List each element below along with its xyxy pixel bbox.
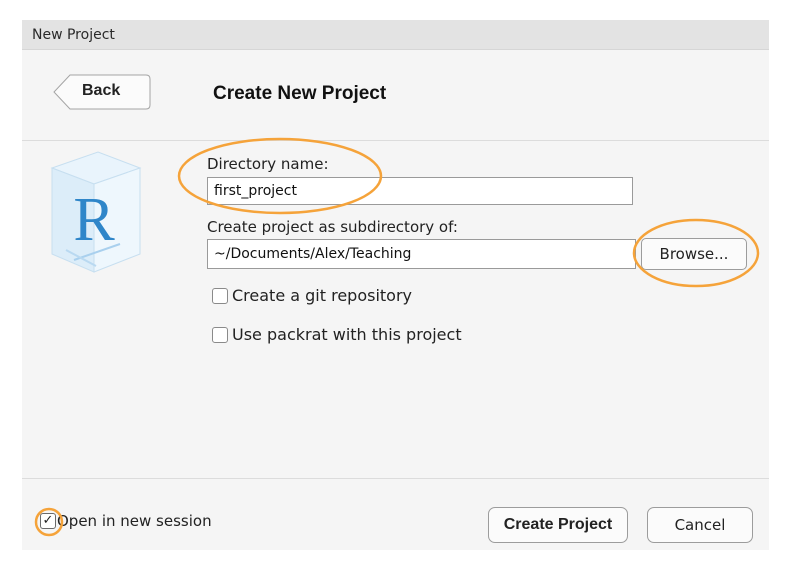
subdirectory-input[interactable] xyxy=(208,240,635,268)
directory-name-input[interactable] xyxy=(208,178,632,204)
packrat-checkbox[interactable] xyxy=(212,327,228,343)
subdirectory-field[interactable] xyxy=(207,239,636,269)
git-repo-checkbox-row[interactable]: Create a git repository xyxy=(212,286,432,306)
packrat-checkbox-row[interactable]: Use packrat with this project xyxy=(212,325,482,345)
directory-name-field[interactable] xyxy=(207,177,633,205)
back-button-label: Back xyxy=(82,82,121,99)
window-titlebar: New Project xyxy=(22,20,769,50)
open-new-session-checkbox[interactable]: ✓ xyxy=(40,513,56,529)
git-repo-checkbox[interactable] xyxy=(212,288,228,304)
git-repo-checkbox-label: Create a git repository xyxy=(232,286,413,305)
packrat-checkbox-label: Use packrat with this project xyxy=(232,325,462,344)
create-project-button[interactable]: Create Project xyxy=(488,507,628,543)
svg-text:R: R xyxy=(73,186,115,254)
directory-name-label: Directory name: xyxy=(207,155,329,173)
r-cube-logo-icon: R xyxy=(50,151,142,273)
browse-button[interactable]: Browse... xyxy=(641,238,747,270)
new-project-dialog: New Project Back Create New Project R Di… xyxy=(22,20,769,550)
cancel-button[interactable]: Cancel xyxy=(647,507,753,543)
page-title: Create New Project xyxy=(213,83,387,104)
back-button[interactable]: Back xyxy=(52,74,151,110)
open-new-session-label: Open in new session xyxy=(57,512,212,530)
open-new-session-row[interactable]: ✓ Open in new session xyxy=(40,512,240,532)
subdirectory-label: Create project as subdirectory of: xyxy=(207,218,458,236)
window-title: New Project xyxy=(32,27,115,43)
dialog-header: Back Create New Project xyxy=(22,51,769,141)
